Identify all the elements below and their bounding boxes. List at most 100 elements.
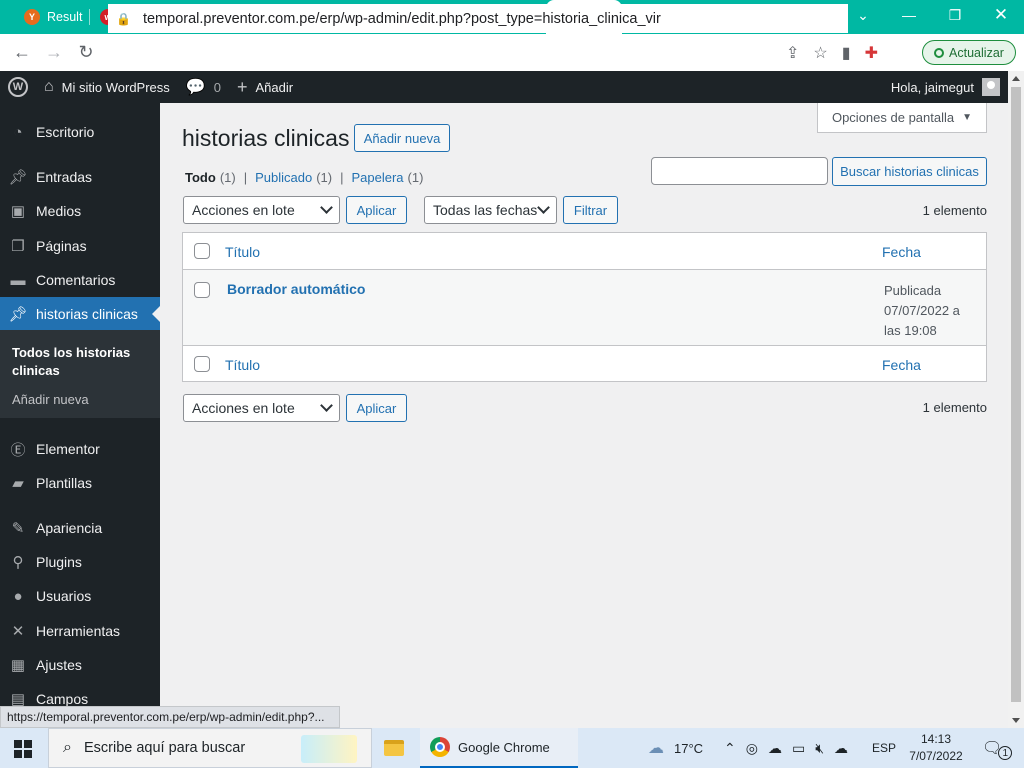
column-title-footer[interactable]: Título <box>225 357 260 373</box>
column-date-header[interactable]: Fecha <box>882 244 921 260</box>
sidebar-item-label: Páginas <box>36 238 87 254</box>
view-all[interactable]: Todo <box>185 170 216 185</box>
search-highlight-icon <box>301 735 357 763</box>
screen-options-button[interactable]: Opciones de pantalla ▼ <box>817 103 987 133</box>
page-scrollbar[interactable] <box>1008 71 1024 728</box>
share-icon[interactable]: ⇪ <box>786 43 799 63</box>
post-time: las 19:08 <box>884 323 937 338</box>
table-row: Borrador automático Publicada 07/07/2022… <box>183 270 986 345</box>
pages-icon: ❐ <box>11 238 25 255</box>
sidebar-item-herramientas[interactable]: ✕ Herramientas <box>0 614 160 648</box>
sidebar-item-label: Elementor <box>36 441 100 457</box>
fields-icon: ▤ <box>10 691 26 706</box>
post-title-link[interactable]: Borrador automático <box>227 281 365 297</box>
side-panel-icon[interactable]: ▮ <box>842 43 851 63</box>
sidebar-item-usuarios[interactable]: ● Usuarios <box>0 579 160 613</box>
add-new-button[interactable]: Añadir nueva <box>354 124 450 152</box>
home-icon: ⌂ <box>44 78 54 95</box>
volume-muted-icon[interactable]: 🔇︎ <box>815 740 824 757</box>
comment-icon: ▬ <box>10 271 26 289</box>
wordpress-logo-icon[interactable]: W <box>0 71 36 103</box>
sidebar-item-plantillas[interactable]: ▰ Plantillas <box>0 466 160 500</box>
sidebar-item-plugins[interactable]: ⚲ Plugins <box>0 545 160 579</box>
close-window-icon[interactable]: ✕ <box>978 0 1024 30</box>
site-name-link[interactable]: ⌂ Mi sitio WordPress <box>36 71 178 103</box>
sidebar-item-campos[interactable]: ▤ Campos <box>0 682 160 706</box>
row-checkbox[interactable] <box>194 282 210 298</box>
comment-bubble-icon: 💬 <box>185 79 206 96</box>
temperature: 17°C <box>674 740 704 756</box>
chevron-down-icon <box>320 201 333 214</box>
weather-widget[interactable]: ☁ 17°C <box>648 728 703 768</box>
select-all-checkbox-footer[interactable] <box>194 356 210 372</box>
sidebar-item-historias-clinicas[interactable]: 📌︎ historias clinicas <box>0 297 160 331</box>
windows-start-icon[interactable] <box>14 740 32 758</box>
date-filter-select[interactable]: Todas las fechas <box>424 196 557 224</box>
taskbar-search-box[interactable]: ⌕ Escribe aquí para buscar <box>48 728 372 768</box>
meet-icon[interactable]: ◎ <box>746 740 758 757</box>
bulk-actions-select[interactable]: Acciones en lote <box>183 196 340 224</box>
chrome-label: Google Chrome <box>458 739 550 755</box>
sidebar-item-elementor[interactable]: Ⓔ Elementor <box>0 432 160 466</box>
view-all-count: (1) <box>219 170 236 185</box>
view-published[interactable]: Publicado <box>255 170 312 185</box>
select-all-checkbox[interactable] <box>194 243 210 259</box>
sidebar-item-páginas[interactable]: ❐ Páginas <box>0 229 160 263</box>
notifications-button[interactable]: 🗨︎ 1 <box>982 728 1013 768</box>
submenu-item-add-new[interactable]: Añadir nueva <box>12 391 152 409</box>
column-title-header[interactable]: Título <box>225 244 260 260</box>
maximize-icon[interactable]: ❐ <box>932 0 978 30</box>
sidebar-item-label: Campos <box>36 691 89 706</box>
network-icon[interactable]: ▭ <box>792 740 805 757</box>
reload-icon[interactable]: ↻ <box>70 37 102 69</box>
bulk-actions-select-bottom[interactable]: Acciones en lote <box>183 394 340 422</box>
sidebar-item-label: Plantillas <box>36 475 93 491</box>
filter-button[interactable]: Filtrar <box>563 196 618 224</box>
scroll-down-icon[interactable] <box>1012 718 1020 723</box>
sidebar-item-comentarios[interactable]: ▬ Comentarios <box>0 263 160 297</box>
taskbar-clock[interactable]: 14:13 7/07/2022 <box>900 731 972 765</box>
file-explorer-icon[interactable] <box>384 728 404 768</box>
posts-table: Título Fecha Borrador automático Publica… <box>182 232 987 382</box>
sidebar-item-medios[interactable]: ▣ Medios <box>0 194 160 228</box>
scroll-up-icon[interactable] <box>1012 76 1020 81</box>
lock-icon: 🔒 <box>116 11 131 26</box>
language-indicator[interactable]: ESP <box>872 728 896 768</box>
sidebar-item-entradas[interactable]: 📌︎ Entradas <box>0 160 160 194</box>
view-trash[interactable]: Papelera <box>351 170 403 185</box>
view-separator: | <box>340 170 344 185</box>
forward-icon[interactable]: → <box>38 37 70 69</box>
wp-admin-bar: W ⌂ Mi sitio WordPress 💬 0 + Añadir Hola… <box>0 71 1024 103</box>
chevron-down-icon <box>320 399 333 412</box>
avatar <box>982 78 1000 96</box>
add-new-menu[interactable]: + Añadir <box>229 71 301 103</box>
sidebar-item-escritorio[interactable]: ◔ Escritorio <box>0 115 160 149</box>
column-date-footer[interactable]: Fecha <box>882 357 921 373</box>
search-input[interactable] <box>651 157 828 185</box>
taskbar-chrome[interactable]: Google Chrome <box>420 728 578 768</box>
apply-button-bottom[interactable]: Aplicar <box>346 394 407 422</box>
url-field[interactable]: 🔒 temporal.preventor.com.pe/erp/wp-admin… <box>108 4 848 33</box>
my-account-menu[interactable]: Hola, jaimegut <box>891 71 1000 103</box>
screen-options-label: Opciones de pantalla <box>831 110 955 125</box>
table-header-row: Título Fecha <box>183 233 986 270</box>
extension-icon[interactable]: ✚ <box>865 43 878 63</box>
minimize-icon[interactable]: — <box>886 0 932 30</box>
bookmark-star-icon[interactable]: ☆ <box>813 43 827 63</box>
media-icon: ▣ <box>10 203 26 220</box>
back-icon[interactable]: ← <box>6 37 38 69</box>
comments-link[interactable]: 💬 0 <box>178 71 229 103</box>
scrollbar-thumb[interactable] <box>1011 87 1021 702</box>
sidebar-item-apariencia[interactable]: ✎ Apariencia <box>0 511 160 545</box>
onedrive-icon[interactable]: ☁ <box>768 740 782 757</box>
browser-tab[interactable]: Y Result <box>14 0 90 34</box>
chevron-up-icon[interactable]: ⌃ <box>724 740 736 757</box>
cloud-sync-icon[interactable]: ☁ <box>834 740 848 757</box>
address-icons: ⇪ ☆ ▮ ✚ <box>786 34 878 71</box>
sidebar-item-ajustes[interactable]: ▦ Ajustes <box>0 648 160 682</box>
apply-button[interactable]: Aplicar <box>346 196 407 224</box>
update-button[interactable]: Actualizar <box>922 40 1016 65</box>
table-footer-row: Título Fecha <box>183 345 986 382</box>
submenu-item-all[interactable]: Todos los historias clinicas <box>12 344 152 380</box>
search-button[interactable]: Buscar historias clinicas <box>832 157 987 186</box>
